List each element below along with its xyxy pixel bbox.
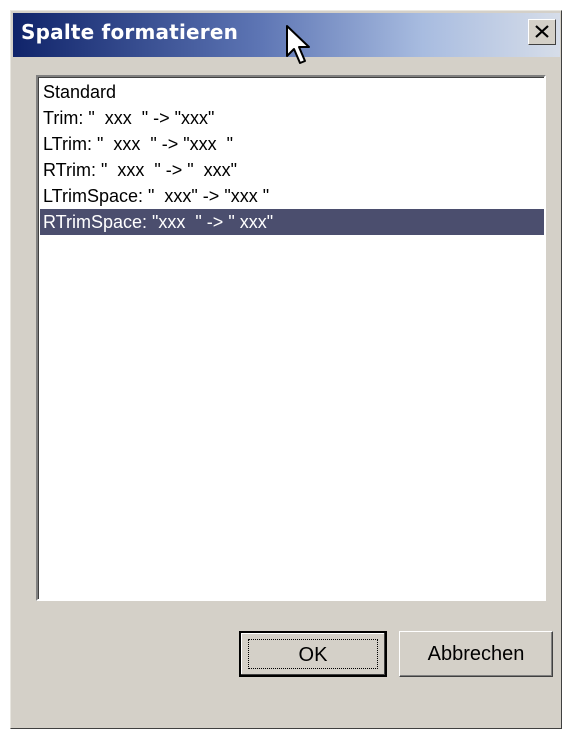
list-item[interactable]: Trim: " xxx " -> "xxx" xyxy=(40,105,544,131)
cancel-button-label: Abbrechen xyxy=(427,643,525,665)
list-item[interactable]: LTrim: " xxx " -> "xxx " xyxy=(40,131,544,157)
format-listbox[interactable]: Standard Trim: " xxx " -> "xxx" LTrim: "… xyxy=(36,75,546,601)
list-item[interactable]: RTrim: " xxx " -> " xxx" xyxy=(40,157,544,183)
ok-button[interactable]: OK xyxy=(239,631,387,677)
list-item[interactable]: Standard xyxy=(40,79,544,105)
close-x-icon xyxy=(535,25,549,38)
cancel-button[interactable]: Abbrechen xyxy=(399,631,553,677)
list-item[interactable]: LTrimSpace: " xxx" -> "xxx " xyxy=(40,183,544,209)
dialog-window: Spalte formatieren Standard Trim: " xxx … xyxy=(10,10,562,729)
list-item-selected[interactable]: RTrimSpace: "xxx " -> " xxx" xyxy=(40,209,544,235)
window-title: Spalte formatieren xyxy=(21,20,239,44)
close-button[interactable] xyxy=(528,19,556,45)
mouse-pointer-icon xyxy=(286,25,310,64)
ok-button-label: OK xyxy=(298,644,328,666)
